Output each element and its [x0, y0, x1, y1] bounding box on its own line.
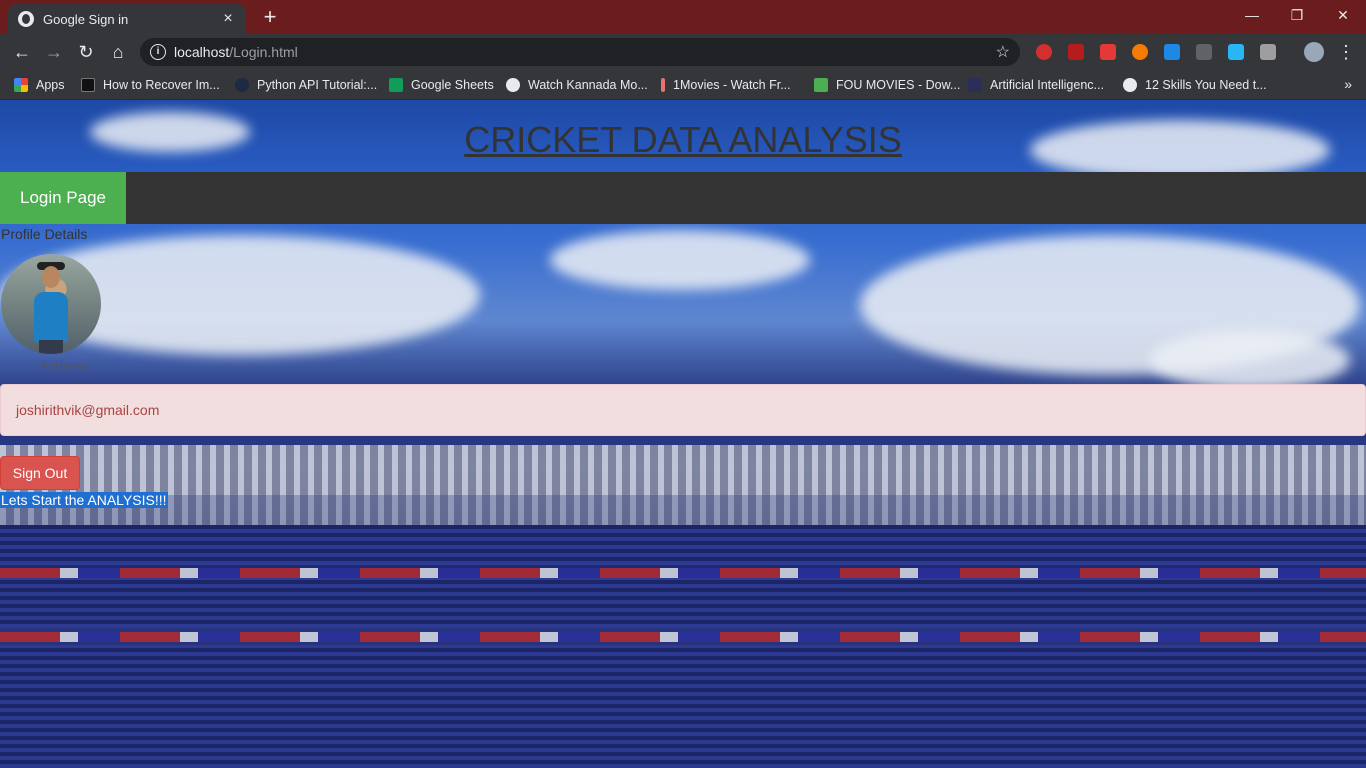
bookmarks-bar: Apps How to Recover Im... Python API Tut… — [0, 70, 1366, 100]
back-button[interactable]: ← — [8, 38, 36, 66]
email-alert: joshirithvik@gmail.com — [0, 384, 1366, 436]
bookmark-label: Python API Tutorial:... — [257, 78, 378, 92]
bookmark-label: How to Recover Im... — [103, 78, 220, 92]
share-extension-icon[interactable] — [1228, 44, 1244, 60]
nav-login-page[interactable]: Login Page — [0, 172, 126, 224]
profile-avatar-icon[interactable] — [1304, 42, 1324, 62]
apps-grid-icon — [14, 78, 28, 92]
bookmark-kannada[interactable]: Watch Kannada Mo... — [506, 76, 648, 94]
minimize-button[interactable]: — — [1229, 0, 1275, 30]
home-button[interactable]: ⌂ — [104, 38, 132, 66]
bookmark-label: 1Movies - Watch Fr... — [673, 78, 791, 92]
bookmark-label: Apps — [36, 78, 65, 92]
url-path: /Login.html — [229, 44, 298, 60]
url-host: localhost — [174, 44, 230, 60]
new-tab-button[interactable]: + — [258, 6, 282, 30]
bookmark-sheets[interactable]: Google Sheets — [389, 76, 494, 94]
close-window-button[interactable]: ✕ — [1320, 0, 1366, 30]
browser-titlebar: Google Sign in × + — ❐ ✕ — [0, 0, 1366, 34]
forward-button[interactable]: → — [40, 38, 68, 66]
more-bookmarks-button[interactable]: » — [1344, 76, 1352, 92]
globe-icon — [506, 78, 520, 92]
bookmark-label: Artificial Intelligenc... — [990, 78, 1104, 92]
bookmark-ai[interactable]: Artificial Intelligenc... — [968, 76, 1104, 94]
avatar — [1, 254, 101, 354]
page-content: CRICKET DATA ANALYSIS Login Page Profile… — [0, 100, 1366, 768]
onemovies-icon — [661, 78, 665, 92]
bookmark-star-icon[interactable]: ☆ — [996, 42, 1010, 62]
info-icon[interactable]: i — [150, 44, 166, 60]
python-icon — [235, 78, 249, 92]
bookmark-label: Watch Kannada Mo... — [528, 78, 648, 92]
page-header: CRICKET DATA ANALYSIS — [0, 100, 1366, 172]
globe-icon — [18, 11, 34, 27]
address-label: Address — [40, 358, 88, 373]
sheets-icon — [389, 78, 403, 92]
snowflake-extension-icon[interactable] — [1164, 44, 1180, 60]
tab-title: Google Sign in — [43, 11, 129, 27]
bookmark-label: 12 Skills You Need t... — [1145, 78, 1267, 92]
reload-button[interactable]: ↻ — [72, 38, 100, 66]
pdf-extension-icon[interactable] — [1068, 44, 1084, 60]
fire-extension-icon[interactable] — [1132, 44, 1148, 60]
bookmark-label: FOU MOVIES - Dow... — [836, 78, 961, 92]
shield-extension-icon[interactable] — [1100, 44, 1116, 60]
start-analysis-text: Lets Start the ANALYSIS!!! — [0, 492, 168, 508]
bookmark-htg[interactable]: How to Recover Im... — [81, 76, 220, 94]
bookmark-fou[interactable]: FOU MOVIES - Dow... — [814, 76, 960, 94]
bookmark-1movies[interactable]: 1Movies - Watch Fr... — [661, 76, 791, 94]
ai-icon — [968, 78, 982, 92]
top-navbar: Login Page — [0, 172, 1366, 224]
browser-toolbar: ← → ↻ ⌂ i localhost /Login.html ☆ ⋮ — [0, 34, 1366, 70]
page-title: CRICKET DATA ANALYSIS — [464, 119, 902, 160]
profile-details-label: Profile Details — [1, 226, 88, 242]
bookmark-label: Google Sheets — [411, 78, 494, 92]
restore-button[interactable]: ❐ — [1274, 0, 1320, 30]
htg-icon — [81, 78, 95, 92]
bookmark-python[interactable]: Python API Tutorial:... — [235, 76, 377, 94]
menu-kebab-icon[interactable]: ⋮ — [1332, 38, 1360, 66]
globe-icon — [1123, 78, 1137, 92]
download-extension-icon[interactable] — [1196, 44, 1212, 60]
bookmark-skills[interactable]: 12 Skills You Need t... — [1123, 76, 1267, 94]
browser-tab[interactable]: Google Sign in × — [8, 4, 246, 34]
c-extension-icon[interactable] — [1260, 44, 1276, 60]
sign-out-button[interactable]: Sign Out — [0, 456, 80, 490]
close-tab-icon[interactable]: × — [220, 11, 236, 27]
fm-icon — [814, 78, 828, 92]
address-bar[interactable]: i localhost /Login.html ☆ — [140, 38, 1020, 66]
adblock-extension-icon[interactable] — [1036, 44, 1052, 60]
bookmark-apps[interactable]: Apps — [14, 76, 65, 94]
